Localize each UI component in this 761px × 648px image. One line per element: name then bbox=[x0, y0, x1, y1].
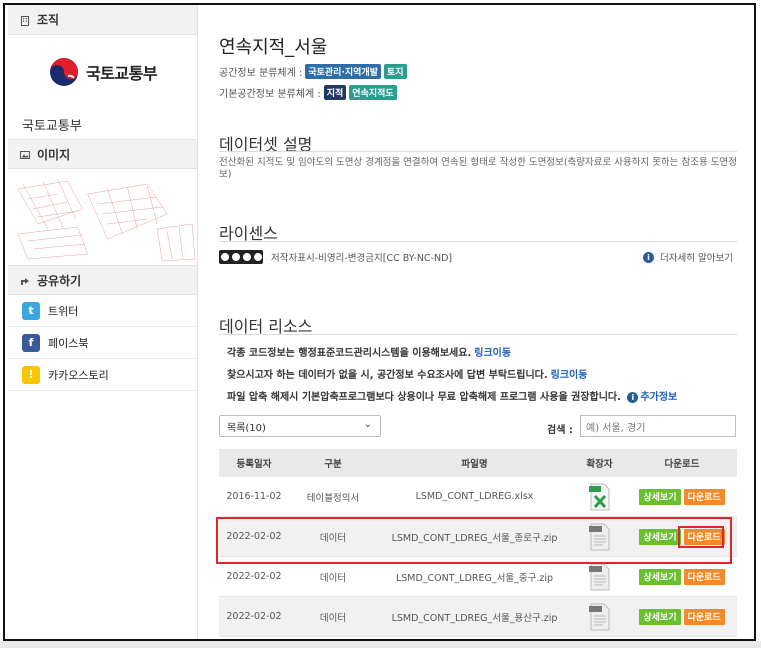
table-row: 2022-02-02 데이터 LSMD_CONT_LDREG_서울_용산구.zi… bbox=[219, 597, 737, 637]
org-header: 조직 bbox=[8, 5, 197, 35]
notice-link[interactable]: 추가정보 bbox=[640, 392, 677, 403]
divider bbox=[219, 151, 737, 152]
row-filename: LSMD_CONT_LDREG_서울_중구.zip bbox=[395, 572, 554, 584]
share-item-facebook[interactable]: f 페이스북 bbox=[8, 327, 197, 359]
base-classification-badge[interactable]: 연속지적도 bbox=[349, 85, 397, 100]
col-date: 등록일자 bbox=[236, 459, 272, 470]
image-header-label: 이미지 bbox=[37, 147, 71, 162]
share-item-kakaostory[interactable]: ! 카카오스토리 bbox=[8, 359, 197, 391]
image-icon bbox=[20, 149, 30, 159]
twitter-icon: t bbox=[22, 301, 40, 320]
org-logo: 국토교통부 bbox=[8, 35, 197, 109]
license-more-link[interactable]: i 더자세히 알아보기 bbox=[643, 250, 733, 264]
bottom-strip bbox=[0, 641, 761, 648]
search-label: 검색 : bbox=[547, 425, 573, 436]
notice-survey: 찾으시고자 하는 데이터가 없을 시, 공간정보 수요조사에 답변 부탁드립니다… bbox=[227, 366, 587, 381]
share-item-twitter[interactable]: t 트위터 bbox=[8, 295, 197, 327]
image-header: 이미지 bbox=[8, 139, 197, 169]
detail-button[interactable]: 상세보기 bbox=[639, 608, 681, 625]
notice-text: 파일 압축 해제시 기본압축프로그램보다 상용이나 무료 압축해제 프로그램 사… bbox=[227, 392, 621, 403]
row-date: 2016-11-02 bbox=[226, 491, 282, 502]
facebook-icon: f bbox=[22, 333, 40, 352]
search-input[interactable]: 예) 서울, 경기 bbox=[580, 415, 736, 437]
share-header: 공유하기 bbox=[8, 265, 197, 295]
list-count-select[interactable]: 목록(10) ⌄ bbox=[219, 415, 381, 437]
classification-row: 공간정보 분류체계 : 국토관리·지역개발 토지 bbox=[219, 64, 407, 79]
page-title: 연속지적_서울 bbox=[219, 37, 328, 58]
notice-text: 각종 코드정보는 행정표준코드관리시스템을 이용해보세요. bbox=[227, 348, 472, 359]
row-date: 2022-02-02 bbox=[226, 611, 282, 622]
base-classification-badge[interactable]: 지적 bbox=[323, 85, 347, 100]
divider bbox=[219, 334, 737, 335]
zip-file-icon bbox=[588, 563, 611, 591]
notice-link[interactable]: 링크이동 bbox=[474, 348, 511, 359]
detail-button[interactable]: 상세보기 bbox=[639, 568, 681, 585]
row-type: 데이터 bbox=[319, 612, 347, 624]
row-filename: LSMD_CONT_LDREG_서울_용산구.zip bbox=[391, 612, 558, 624]
share-icon bbox=[20, 275, 30, 285]
notice-unzip: 파일 압축 해제시 기본압축프로그램보다 상용이나 무료 압축해제 프로그램 사… bbox=[227, 388, 677, 403]
row-date: 2022-02-02 bbox=[226, 571, 282, 582]
chevron-down-icon: ⌄ bbox=[363, 419, 372, 430]
building-icon bbox=[20, 15, 30, 26]
classification-badge[interactable]: 국토관리·지역개발 bbox=[305, 64, 381, 79]
license-row: 저작자표시-비영리-변경금지[CC BY-NC-ND] i 더자세히 알아보기 bbox=[219, 248, 737, 266]
download-button[interactable]: 다운로드 bbox=[683, 568, 725, 585]
download-button[interactable]: 다운로드 bbox=[683, 608, 725, 625]
list-count-value: 목록(10) bbox=[227, 422, 266, 434]
classification-label: 공간정보 분류체계 : bbox=[219, 68, 303, 79]
download-button[interactable]: 다운로드 bbox=[683, 488, 725, 505]
table-row: 2016-11-02 테이블정의서 LSMD_CONT_LDREG.xlsx 상… bbox=[219, 477, 737, 517]
cc-by-nc-nd-icon bbox=[219, 250, 263, 264]
org-name: 국토교통부 bbox=[22, 118, 82, 134]
col-ext: 확장자 bbox=[586, 459, 613, 470]
row-type: 테이블정의서 bbox=[306, 492, 360, 504]
dataset-desc: 전산화된 지적도 및 임야도의 도면상 경계점을 연결하여 연속된 형태로 작성… bbox=[219, 157, 737, 180]
info-icon: i bbox=[627, 392, 639, 403]
license-text: 저작자표시-비영리-변경금지[CC BY-NC-ND] bbox=[271, 253, 453, 264]
classification-badge[interactable]: 토지 bbox=[384, 64, 407, 79]
highlight-row-box bbox=[216, 517, 732, 564]
notice-code-info: 각종 코드정보는 행정표준코드관리시스템을 이용해보세요. 링크이동 bbox=[227, 344, 511, 359]
row-type: 데이터 bbox=[319, 572, 347, 584]
highlight-download-box bbox=[678, 526, 724, 548]
license-more-label: 더자세히 알아보기 bbox=[660, 253, 733, 264]
zip-file-icon bbox=[588, 603, 611, 631]
kakaostory-icon: ! bbox=[22, 365, 40, 384]
sidebar: 조직 국토교통부 국토교통부 이미지 공유하기 t 트위터 f 페이스북 ! 카… bbox=[8, 5, 198, 639]
col-filename: 파일명 bbox=[461, 459, 488, 470]
info-icon: i bbox=[643, 251, 655, 263]
notice-text: 찾으시고자 하는 데이터가 없을 시, 공간정보 수요조사에 답변 부탁드립니다… bbox=[227, 370, 548, 381]
base-classification-label: 기본공간정보 분류체계 : bbox=[219, 89, 321, 100]
parcel-map-thumbnail[interactable] bbox=[8, 169, 197, 265]
detail-button[interactable]: 상세보기 bbox=[639, 488, 681, 505]
row-filename: LSMD_CONT_LDREG.xlsx bbox=[415, 491, 534, 502]
org-logo-text: 국토교통부 bbox=[85, 64, 158, 83]
share-header-label: 공유하기 bbox=[37, 273, 82, 288]
taegeuk-logo-icon bbox=[49, 58, 78, 86]
share-item-label: 트위터 bbox=[48, 304, 79, 318]
share-item-label: 페이스북 bbox=[48, 336, 89, 350]
col-type: 구분 bbox=[324, 459, 342, 470]
org-header-label: 조직 bbox=[37, 13, 60, 27]
xlsx-file-icon bbox=[588, 483, 611, 511]
table-header: 등록일자 구분 파일명 확장자 다운로드 bbox=[219, 449, 737, 477]
col-download: 다운로드 bbox=[664, 459, 700, 470]
divider bbox=[219, 241, 737, 242]
base-classification-row: 기본공간정보 분류체계 : 지적 연속지적도 bbox=[219, 85, 397, 100]
share-item-label: 카카오스토리 bbox=[48, 368, 109, 382]
notice-link[interactable]: 링크이동 bbox=[551, 370, 588, 381]
app-frame: 조직 국토교통부 국토교통부 이미지 공유하기 t 트위터 f 페이스북 ! 카… bbox=[3, 3, 756, 641]
